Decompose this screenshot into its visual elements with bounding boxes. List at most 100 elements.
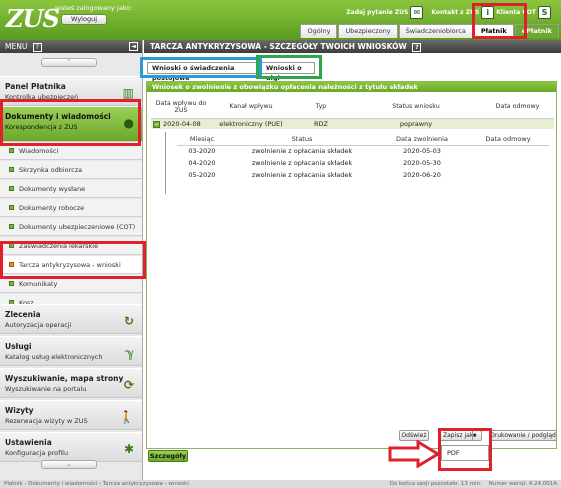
tab-eplatnik[interactable]: ePłatnik — [514, 24, 559, 38]
cell-month: 03-2020 — [188, 147, 216, 156]
panel-title: Wniosek o zwolnienie z obowiązku opłacen… — [147, 82, 556, 92]
session-label: Do końca sesji pozostało: 13 min. — [389, 481, 482, 487]
item-label: Wiadomości — [19, 147, 59, 155]
cell-date: 2020-05-03 — [403, 147, 441, 156]
table-row[interactable]: 03-2020 zwolnienie z opłacania składek 202… — [177, 145, 549, 157]
col-data-wplywu[interactable]: Data wpływu do ZUS — [151, 96, 211, 119]
sidebar-item-cot[interactable]: Dokumenty ubezpieczeniowe (COT) — [0, 218, 142, 236]
role-tabs: Ogólny Ubezpieczony Świadczeniobiorca Pł… — [300, 24, 559, 38]
pdf-option[interactable]: PDF — [447, 449, 460, 457]
cell-refusal — [467, 157, 549, 169]
col-kanal[interactable]: Kanał wpływu — [211, 96, 291, 119]
sidebar-item-robocze[interactable]: Dokumenty robocze — [0, 199, 142, 217]
section-ustawienia[interactable]: Ustawienia Konfiguracja profilu ✱ — [0, 432, 142, 462]
tab-swiadczenia-postojowe[interactable]: Wnioski o świadczenia postojowe — [147, 62, 264, 82]
zus-logo[interactable]: ZUS — [6, 4, 60, 33]
bullet-icon — [9, 148, 14, 153]
item-label: Dokumenty robocze — [19, 204, 85, 212]
contact-link[interactable]: Kontakt z ZUS — [431, 9, 479, 16]
chat-icon[interactable]: ✉ — [410, 5, 424, 19]
tab-swiadczeniobiorca[interactable]: Świadczeniobiorca — [398, 24, 473, 38]
chevron-down-icon[interactable]: ▾ — [472, 431, 480, 440]
cell-status: zwolnienie z opłacania składek — [251, 171, 353, 179]
sidebar-item-wiadomosci[interactable]: Wiadomości — [0, 142, 142, 160]
col-status[interactable]: Status wniosku — [351, 96, 481, 119]
cell-date: 2020-04-08 — [163, 119, 201, 128]
save-as-dropdown: PDF — [441, 445, 489, 461]
tab-ogolny[interactable]: Ogólny — [300, 24, 338, 38]
item-label: Zaświadczenia lekarskie — [19, 242, 99, 250]
item-label: Tarcza antykryzysowa - wnioski — [19, 261, 121, 269]
bullet-icon — [9, 262, 14, 267]
col-status[interactable]: Status — [227, 134, 377, 146]
table-row[interactable]: 05-2020 zwolnienie z opłacania składek 202… — [177, 169, 549, 181]
sidebar-item-wyslane[interactable]: Dokumenty wysłane — [0, 180, 142, 198]
sidebar-item-skrzynka[interactable]: Skrzynka odbiorcza — [0, 161, 142, 179]
cell-date: 2020-06-20 — [403, 171, 441, 179]
section-sub: Korespondencja z ZUS — [5, 123, 78, 131]
cell-refusal — [467, 169, 549, 181]
bullet-icon — [9, 281, 14, 286]
sidebar-item-komunikaty[interactable]: Komunikaty — [0, 275, 142, 293]
session-info: Do końca sesji pozostało: 13 min. Numer … — [390, 480, 557, 488]
page-title-bar: TARCZA ANTYKRYZYSOWA - SZCZEGÓŁY TWOICH … — [144, 40, 561, 53]
scroll-down-button[interactable]: ⌄ — [41, 460, 97, 469]
tab-platnik[interactable]: Płatnik — [473, 24, 514, 38]
col-data-odmowy[interactable]: Data odmowy — [481, 96, 554, 119]
sidebar-header: MENU ? ◄ — [0, 40, 142, 53]
tab-ubezpieczony[interactable]: Ubezpieczony — [338, 24, 398, 38]
section-wyszukiwanie[interactable]: Wyszukiwanie, mapa strony Wyszukiwanie na… — [0, 368, 142, 398]
logout-button[interactable]: Wyloguj — [61, 14, 107, 25]
application-panel: Wniosek o zwolnienie z obowiązku opłacen… — [146, 81, 557, 449]
cot-link[interactable]: Klienta COT — [496, 9, 536, 16]
page-title: TARCZA ANTYKRYZYSOWA - SZCZEGÓŁY TWOICH … — [150, 42, 407, 51]
section-title: Dokumenty i wiadomości — [5, 112, 111, 121]
walking-person-icon: 🚶 — [119, 410, 134, 424]
bullet-icon — [9, 167, 14, 172]
section-sub: Katalog usług elektronicznych — [5, 353, 103, 361]
applications-table: Data wpływu do ZUS Kanał wpływu Typ Stat… — [151, 96, 554, 129]
table-row[interactable]: −2020-04-08 elektroniczny (PUE) RDZ popr… — [151, 118, 554, 129]
bullet-icon — [9, 186, 14, 191]
s-icon[interactable]: S — [538, 5, 551, 19]
cell-refusal — [467, 145, 549, 157]
col-typ[interactable]: Typ — [291, 96, 351, 119]
cell-type: RDZ — [291, 118, 351, 129]
bullet-icon — [9, 224, 14, 229]
sidebar-item-zaswiadczenia[interactable]: Zaświadczenia lekarskie — [0, 237, 142, 255]
main-content: TARCZA ANTYKRYZYSOWA - SZCZEGÓŁY TWOICH … — [144, 40, 561, 480]
tab-wnioski-o-ulgi[interactable]: Wnioski o ulgi — [261, 62, 315, 82]
ask-zus-link[interactable]: Zadaj pytanie ZUS — [346, 9, 408, 16]
section-wizyty[interactable]: Wizyty Rezerwacja wizyty w ZUS 🚶 — [0, 400, 142, 430]
section-panel-platnika[interactable]: Panel Płatnika Kontrolka ubezpieczeń ▥ — [0, 76, 142, 106]
scroll-up-button[interactable]: ⌃ — [41, 58, 97, 67]
section-dokumenty[interactable]: Dokumenty i wiadomości Korespondencja z … — [0, 106, 142, 142]
col-miesiac[interactable]: Miesiąc — [177, 134, 227, 146]
help-icon[interactable]: ? — [412, 43, 422, 52]
col-data-odmowy[interactable]: Data odmowy — [467, 134, 549, 146]
bullet-icon — [9, 243, 14, 248]
print-preview-button[interactable]: Drukowanie / podgląd — [489, 430, 557, 441]
sync-icon: ⟳ — [123, 378, 134, 392]
collapse-icon[interactable]: ◄ — [129, 42, 138, 51]
item-label: Dokumenty ubezpieczeniowe (COT) — [19, 223, 136, 231]
info-icon[interactable]: i — [481, 5, 495, 19]
section-zlecenia[interactable]: Zlecenia Autoryzacja operacji ↻ — [0, 304, 142, 334]
details-button[interactable]: Szczegóły — [148, 450, 188, 462]
sidebar-item-tarcza[interactable]: Tarcza antykryzysowa - wnioski — [0, 256, 142, 274]
cell-status: zwolnienie z opłacania składek — [251, 147, 353, 156]
collapse-row-icon[interactable]: − — [153, 120, 160, 128]
speech-bubble-icon: ● — [123, 116, 134, 130]
help-icon[interactable]: ? — [32, 43, 42, 52]
save-as-button[interactable]: Zapisz jako ▾ — [439, 430, 482, 441]
item-label: Komunikaty — [19, 280, 58, 288]
table-row[interactable]: 04-2020 zwolnienie z opłacania składek 202… — [177, 157, 549, 169]
cell-month: 05-2020 — [188, 171, 216, 179]
col-data-zwolnienia[interactable]: Data zwolnienia — [377, 134, 467, 146]
cell-date: 2020-05-30 — [403, 159, 441, 167]
fork-icon: ℽ — [125, 346, 134, 360]
item-label: Dokumenty wysłane — [19, 185, 86, 193]
section-sub: Konfiguracja profilu — [5, 449, 69, 457]
section-uslugi[interactable]: Usługi Katalog usług elektronicznych ℽ — [0, 336, 142, 366]
version-label: Numer wersji: 4.24.001A — [488, 481, 557, 487]
